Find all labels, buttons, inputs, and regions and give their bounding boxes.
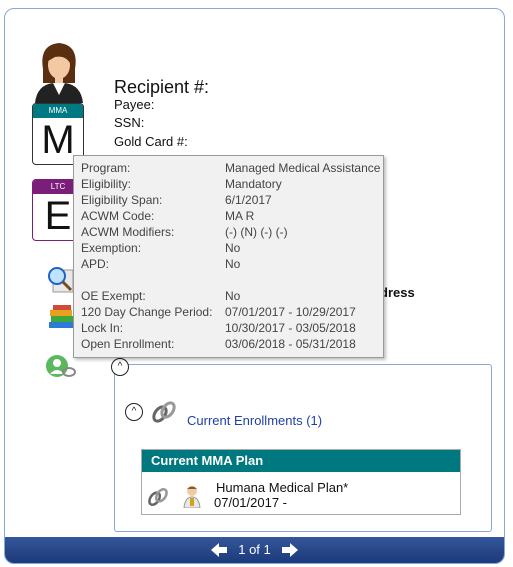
tooltip-value: Managed Medical Assistance	[225, 161, 381, 175]
payee-label: Payee:	[114, 97, 155, 112]
pager-footer: 1 of 1	[5, 537, 504, 563]
plan-name[interactable]: Humana Medical Plan*	[216, 480, 348, 495]
tooltip-label: OE Exempt:	[81, 289, 146, 303]
tooltip-label: ACWM Code:	[81, 209, 155, 223]
chain-link-icon	[152, 401, 176, 423]
tooltip-label: Eligibility Span:	[81, 193, 163, 207]
tooltip-value: No	[225, 241, 241, 255]
current-plan-box: Current MMA Plan Humana Medical Plan* 07…	[141, 449, 461, 515]
doctor-icon	[183, 486, 201, 508]
tooltip-label: Lock In:	[81, 321, 124, 335]
tooltip-value: 10/30/2017 - 03/05/2018	[225, 321, 356, 335]
tooltip-value: MA R	[225, 209, 255, 223]
tooltip-label: Exemption:	[81, 241, 142, 255]
plan-date: 07/01/2017 -	[214, 495, 288, 510]
female-avatar-icon	[35, 43, 83, 103]
tooltip-label: Program:	[81, 161, 131, 175]
gold-card-label: Gold Card #:	[114, 134, 188, 149]
tooltip-value: 6/1/2017	[225, 193, 272, 207]
tooltip-label: APD:	[81, 257, 110, 271]
tooltip-label: 120 Day Change Period:	[81, 305, 213, 319]
address-heading-fragment: dress	[380, 285, 415, 300]
chain-link-icon	[148, 487, 168, 507]
recipient-number-label: Recipient #:	[114, 77, 210, 97]
tooltip-value: 07/01/2017 - 10/29/2017	[225, 305, 356, 319]
recipient-card: Recipient #: Payee: SSN: Gold Card #: MM…	[4, 8, 505, 564]
tooltip-label: Eligibility:	[81, 177, 132, 191]
arrow-right-icon[interactable]	[282, 542, 299, 557]
mma-badge-label: MMA	[33, 104, 83, 118]
plan-header: Current MMA Plan	[142, 450, 460, 472]
current-enrollments-link[interactable]: Current Enrollments (1)	[187, 413, 322, 428]
tooltip-value: Mandatory	[225, 177, 282, 191]
panel-collapse-button[interactable]: ^	[111, 358, 129, 376]
tooltip-value: No	[225, 257, 241, 271]
tooltip-value: (-) (N) (-) (-)	[225, 225, 288, 239]
tooltip-value: No	[225, 289, 241, 303]
arrow-left-icon[interactable]	[210, 542, 227, 557]
page-indicator: 1 of 1	[238, 542, 271, 558]
enrollments-collapse-button[interactable]: ^	[125, 403, 143, 421]
chevron-up-icon: ^	[131, 406, 137, 417]
ssn-label: SSN:	[114, 115, 145, 130]
chevron-up-icon: ^	[117, 361, 123, 372]
eligibility-tooltip: Program: Managed Medical Assistance Elig…	[73, 155, 384, 358]
tooltip-label: ACWM Modifiers:	[81, 225, 175, 239]
tooltip-value: 03/06/2018 - 05/31/2018	[225, 337, 356, 351]
tooltip-label: Open Enrollment:	[81, 337, 175, 351]
